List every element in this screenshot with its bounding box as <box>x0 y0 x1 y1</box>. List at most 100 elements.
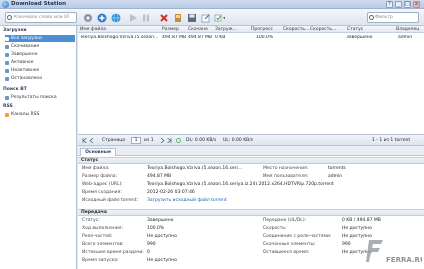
label-start-time: Время запуска: <box>82 258 119 263</box>
value-status: Завершено <box>147 218 174 223</box>
add-url-button[interactable] <box>110 12 121 23</box>
stop-icon <box>5 76 9 81</box>
row-progress: 100.0% <box>256 35 274 40</box>
broom-icon <box>174 13 181 22</box>
label-remaining-time: Оставшееся время: <box>263 250 310 255</box>
last-page-icon[interactable] <box>167 137 172 144</box>
sidebar-item-inactive[interactable]: Неактивное <box>5 67 75 74</box>
first-page-icon[interactable] <box>82 137 87 144</box>
rss-icon <box>5 112 9 117</box>
col-name[interactable]: Имя файла <box>80 27 106 32</box>
sidebar-item-downloading[interactable]: Скачивание <box>5 43 75 50</box>
col-ul-speed[interactable]: Скорость... <box>310 27 336 32</box>
filter-input[interactable]: Фильтр <box>367 12 419 23</box>
label-peer-connections: Соединение с реле-частями: <box>263 234 332 239</box>
col-downloaded[interactable]: Скачано <box>188 27 208 32</box>
title-bar: Download Station ? _ □ x <box>0 0 424 9</box>
help-button[interactable]: ? <box>386 1 393 8</box>
value-seed-elapsed: 0 <box>147 250 150 255</box>
pause-button[interactable] <box>140 12 151 23</box>
select-menu-button[interactable] <box>214 12 225 23</box>
window-title: Download Station <box>11 1 67 7</box>
search-icon <box>7 15 12 20</box>
paging-summary: 1 - 1 из 1 torrent <box>372 138 411 143</box>
minimize-button[interactable]: _ <box>395 1 402 8</box>
col-status[interactable]: Статус <box>347 27 363 32</box>
table-header: Имя файла Размер Скачано Загруж... Прогр… <box>78 26 424 33</box>
sidebar-item-active[interactable]: Активное <box>5 59 75 66</box>
label-created: Время создания: <box>82 190 122 195</box>
value-peers: Не доступно <box>147 234 177 239</box>
value-url: Teoriya.Bolshogo.Vzriva.(5.sezon.16.seri… <box>147 182 334 187</box>
row-status: Завершено <box>346 35 373 40</box>
sidebar-item-all[interactable]: Все загрузки <box>5 35 75 42</box>
close-button[interactable]: x <box>413 1 420 8</box>
col-dl-speed[interactable]: Скорость... <box>283 27 309 32</box>
label-total-pieces: Всего элементов: <box>82 242 124 247</box>
label-transferred: Передано (UL/DL): <box>263 218 307 223</box>
col-owner[interactable]: Владелец <box>396 27 419 32</box>
inactive-icon <box>5 68 9 73</box>
status-section-header: Статус <box>78 157 424 164</box>
sidebar-header-search: Поиск ВТ <box>3 87 27 92</box>
label-speed: Скорость: <box>263 226 287 231</box>
resume-button[interactable] <box>127 12 138 23</box>
watermark-text: FERRA.RU <box>386 256 422 264</box>
add-button[interactable] <box>96 12 107 23</box>
sidebar-header-rss: RSS <box>3 104 13 109</box>
sidebar-item-label: Каналы RSS <box>11 112 40 117</box>
download-icon <box>5 44 9 49</box>
value-start-time: Не доступно <box>147 258 177 263</box>
main-panel: Имя файла Размер Скачано Загруж... Прогр… <box>78 26 424 269</box>
edit-icon <box>201 13 210 22</box>
download-speed-total: DL: 0.00 KB/s <box>186 138 217 143</box>
save-button[interactable] <box>186 12 197 23</box>
clear-completed-button[interactable] <box>172 12 183 23</box>
label-progress: Ход выполнения: <box>82 226 123 231</box>
search-input[interactable]: Ключевое слово или UF <box>5 12 77 23</box>
check-icon <box>5 52 9 57</box>
refresh-icon[interactable] <box>176 138 181 143</box>
sidebar-item-search-results[interactable]: Результаты поиска <box>5 94 75 101</box>
tab-general[interactable]: Основные <box>80 148 116 156</box>
sidebar-item-label: Скачивание <box>11 44 40 49</box>
upload-speed-total: UL: 0.00 KB/s <box>223 138 254 143</box>
pager: Страница 1 из 1 DL: 0.00 KB/s UL: 0.00 K… <box>78 134 424 146</box>
app-icon <box>2 1 9 8</box>
col-progress[interactable]: Прогресс <box>251 27 273 32</box>
col-size[interactable]: Размер <box>162 27 179 32</box>
sidebar-item-completed[interactable]: Завершено <box>5 51 75 58</box>
sidebar-item-label: Активное <box>11 60 34 65</box>
page-label: Страница <box>102 138 126 143</box>
next-page-icon[interactable] <box>160 137 165 144</box>
value-progress: 100.0% <box>147 226 165 231</box>
page-input[interactable]: 1 <box>131 137 141 144</box>
detail-tabbar: Основные <box>78 146 424 156</box>
col-uploaded[interactable]: Загруж... <box>215 27 237 32</box>
prev-page-icon[interactable] <box>89 137 94 144</box>
table-row[interactable]: Teoriya.Bolshogo.Vzriva.(5.sezon... 494.… <box>78 33 424 41</box>
row-owner: admin <box>398 35 413 40</box>
value-total-pieces: 990 <box>147 242 156 247</box>
label-seed-elapsed: Истекшее время раздачи: <box>82 250 144 255</box>
sidebar-item-label: Неактивное <box>11 68 40 73</box>
download-torrent-link[interactable]: Загрузить исходный файл torrent <box>147 198 227 203</box>
sidebar-item-stopped[interactable]: Остановлено <box>5 75 75 82</box>
edit-button[interactable] <box>200 12 211 23</box>
sidebar-item-label: Остановлено <box>11 76 43 81</box>
settings-button[interactable] <box>82 12 93 23</box>
sidebar-item-rss-feeds[interactable]: Каналы RSS <box>5 111 75 118</box>
label-source-torrent: Исходный файл torrent: <box>82 198 138 203</box>
page-of: из 1 <box>144 138 154 143</box>
value-username: admin <box>328 174 343 179</box>
toolbar: Ключевое слово или UF Фильтр <box>0 9 424 26</box>
sidebar-header-downloads: Загрузки <box>3 28 27 33</box>
maximize-button[interactable]: □ <box>404 1 411 8</box>
sidebar-item-label: Все загрузки <box>11 36 42 41</box>
label-downloaded-pieces: Скачанные элементы: <box>263 242 316 247</box>
delete-button[interactable] <box>158 12 169 23</box>
label-url: Web-адрес (URL): <box>82 182 123 187</box>
play-icon <box>129 13 137 22</box>
add-icon <box>97 13 106 22</box>
filter-icon <box>369 15 374 20</box>
